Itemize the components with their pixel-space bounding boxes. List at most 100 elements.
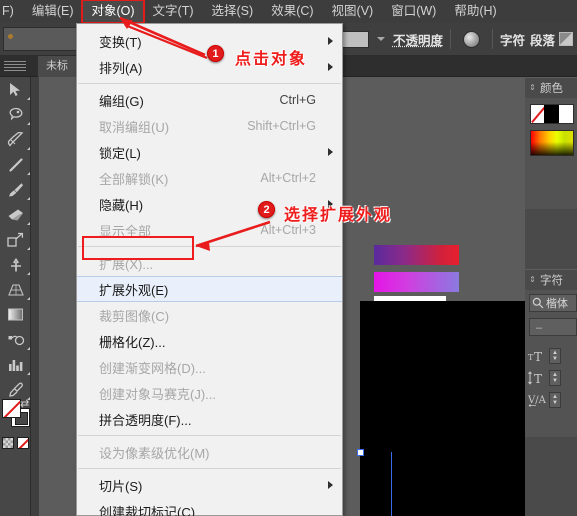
fill-stroke-control[interactable]: ⇄ [2,397,30,433]
menubar-item-5[interactable]: 效果(C) [262,0,322,23]
collapse-chevron-icon[interactable]: ⇕ [529,276,536,284]
menu-item-label: 创建渐变网格(D)... [99,360,206,376]
scale-tool[interactable] [0,227,31,252]
menu-item-label: 设为像素级优化(M) [99,445,210,461]
column-graph-tool[interactable] [0,352,31,377]
menu-item-4: 取消编组(U) Shift+Ctrl+G [77,113,342,139]
menu-bar: F) 编辑(E) 对象(O) 文字(T) 选择(S) 效果(C) 视图(V) 窗口(W) 帮助(… [0,0,577,24]
menu-item-label: 排列(A) [99,60,143,76]
menubar-item-7[interactable]: 窗口(W) [382,0,445,23]
paintbrush-tool[interactable] [0,177,31,202]
tool-flyout-indicator [27,272,30,275]
menubar-item-3[interactable]: 文字(T) [144,0,203,23]
menu-item-label: 扩展外观(E) [99,282,169,298]
menu-item-6: 全部解锁(K) Alt+Ctrl+2 [77,165,342,191]
annotation-badge-2: 2 [258,201,275,218]
tool-flyout-indicator [27,222,30,225]
submenu-chevron-icon [328,148,333,156]
menu-item-shortcut: Alt+Ctrl+2 [260,171,316,185]
menu-item-label: 变换(T) [99,34,142,50]
font-family-value: 楷体 [546,298,568,310]
submenu-chevron-icon [328,37,333,45]
gradient-bar-purple-red[interactable] [374,245,459,265]
font-size-stepper[interactable]: ▲ ▼ [549,348,561,364]
selection-path-line[interactable] [391,452,392,516]
paragraph-panel-label[interactable]: 段落 [530,30,555,49]
menu-item-5[interactable]: 锁定(L) [77,139,342,165]
object-dropdown-menu[interactable]: 变换(T) 排列(A) 编组(G) Ctrl+G 取消编组(U) Shift+Ctrl+G… [76,23,343,516]
panel-drag-handle[interactable] [4,61,26,71]
menu-item-12: 裁剪图像(C) [77,302,342,328]
tool-flyout-indicator [27,122,30,125]
opacity-label[interactable]: 不透明度 [393,30,443,49]
selection-tool[interactable] [0,77,31,102]
menubar-item-6[interactable]: 视图(V) [323,0,383,23]
anchor-point-top[interactable] [357,449,364,456]
swatch-black[interactable] [544,105,559,123]
fill-swatch[interactable] [2,399,21,418]
menu-item-11[interactable]: 扩展外观(E) [77,276,342,302]
menu-item-shortcut: Shift+Ctrl+G [247,119,316,133]
menubar-item-1[interactable]: 编辑(E) [23,0,83,23]
align-icon[interactable] [559,32,573,46]
menu-item-14: 创建渐变网格(D)... [77,354,342,380]
search-icon [532,297,544,309]
menubar-item-2[interactable]: 对象(O) [81,0,145,24]
color-swatch-row [530,104,574,124]
width-tool[interactable] [0,252,31,277]
pen-tool[interactable] [0,127,31,152]
menu-item-label: 切片(S) [99,478,143,494]
menubar-item-4[interactable]: 选择(S) [203,0,263,23]
tracking-row: V/A ▲ ▼ [528,390,577,410]
tool-flyout-indicator [27,172,30,175]
leading-stepper[interactable]: ▲ ▼ [549,370,561,386]
gradient-tool[interactable] [0,302,31,327]
menu-item-label: 编组(G) [99,93,144,109]
line-segment-tool[interactable] [0,152,31,177]
tracking-stepper[interactable]: ▲ ▼ [549,392,561,408]
menu-item-13[interactable]: 栅格化(Z)... [77,328,342,354]
perspective-grid-tool[interactable] [0,277,31,302]
swatch-white[interactable] [558,105,573,123]
menu-item-label: 全部解锁(K) [99,171,169,187]
eraser-tool[interactable] [0,202,31,227]
menu-item-label: 裁剪图像(C) [99,308,170,324]
tool-flyout-indicator [27,147,30,150]
chevron-down-icon[interactable] [376,37,385,41]
menubar-item-8[interactable]: 帮助(H) [445,0,505,23]
blob-brush-tool[interactable] [0,327,31,352]
menu-item-18: 设为像素级优化(M) [77,439,342,465]
font-size-input[interactable]: – [529,318,577,336]
menu-item-label: 锁定(L) [99,145,141,161]
menu-item-21[interactable]: 创建裁切标记(C) [77,498,342,516]
menu-item-label: 栅格化(Z)... [99,334,166,350]
color-spectrum-ramp[interactable] [530,130,574,156]
lasso-tool[interactable] [0,102,31,127]
menu-item-3[interactable]: 编组(G) Ctrl+G [77,87,342,113]
gradient-mode-icon[interactable] [2,437,14,449]
menu-item-16[interactable]: 拼合透明度(F)... [77,406,342,432]
font-family-input[interactable]: 楷体 [529,294,577,312]
menubar-item-0[interactable]: F) [0,0,23,23]
opacity-wheel-icon[interactable] [462,30,480,48]
tool-flyout-indicator [27,372,30,375]
black-rectangle-shape[interactable] [360,301,525,516]
menu-item-shortcut: Alt+Ctrl+3 [260,223,316,237]
character-panel-label[interactable]: 字符 [500,30,525,49]
svg-text:T: T [534,350,542,363]
swatch-none[interactable] [531,105,545,123]
leading-row: T ▲ ▼ [528,368,577,388]
color-panel-header[interactable]: ⇕ 颜色 [525,78,577,98]
character-panel: ⇕ 字符 楷体 – TT ▲ ▼ T ▲ ▼ V/A ▲ ▼ [525,269,577,437]
leading-icon: T [528,371,542,385]
menu-item-label: 取消编组(U) [99,119,170,135]
collapse-chevron-icon[interactable]: ⇕ [529,84,536,92]
menu-item-label: 拼合透明度(F)... [99,412,192,428]
gradient-bar-magenta-violet[interactable] [374,272,459,292]
swap-fill-stroke-icon[interactable]: ⇄ [20,397,29,410]
menu-item-label: 创建裁切标记(C) [99,504,196,516]
menu-item-20[interactable]: 切片(S) [77,472,342,498]
none-mode-icon[interactable] [17,437,29,449]
tool-flyout-indicator [27,297,30,300]
character-panel-header[interactable]: ⇕ 字符 [525,270,577,290]
